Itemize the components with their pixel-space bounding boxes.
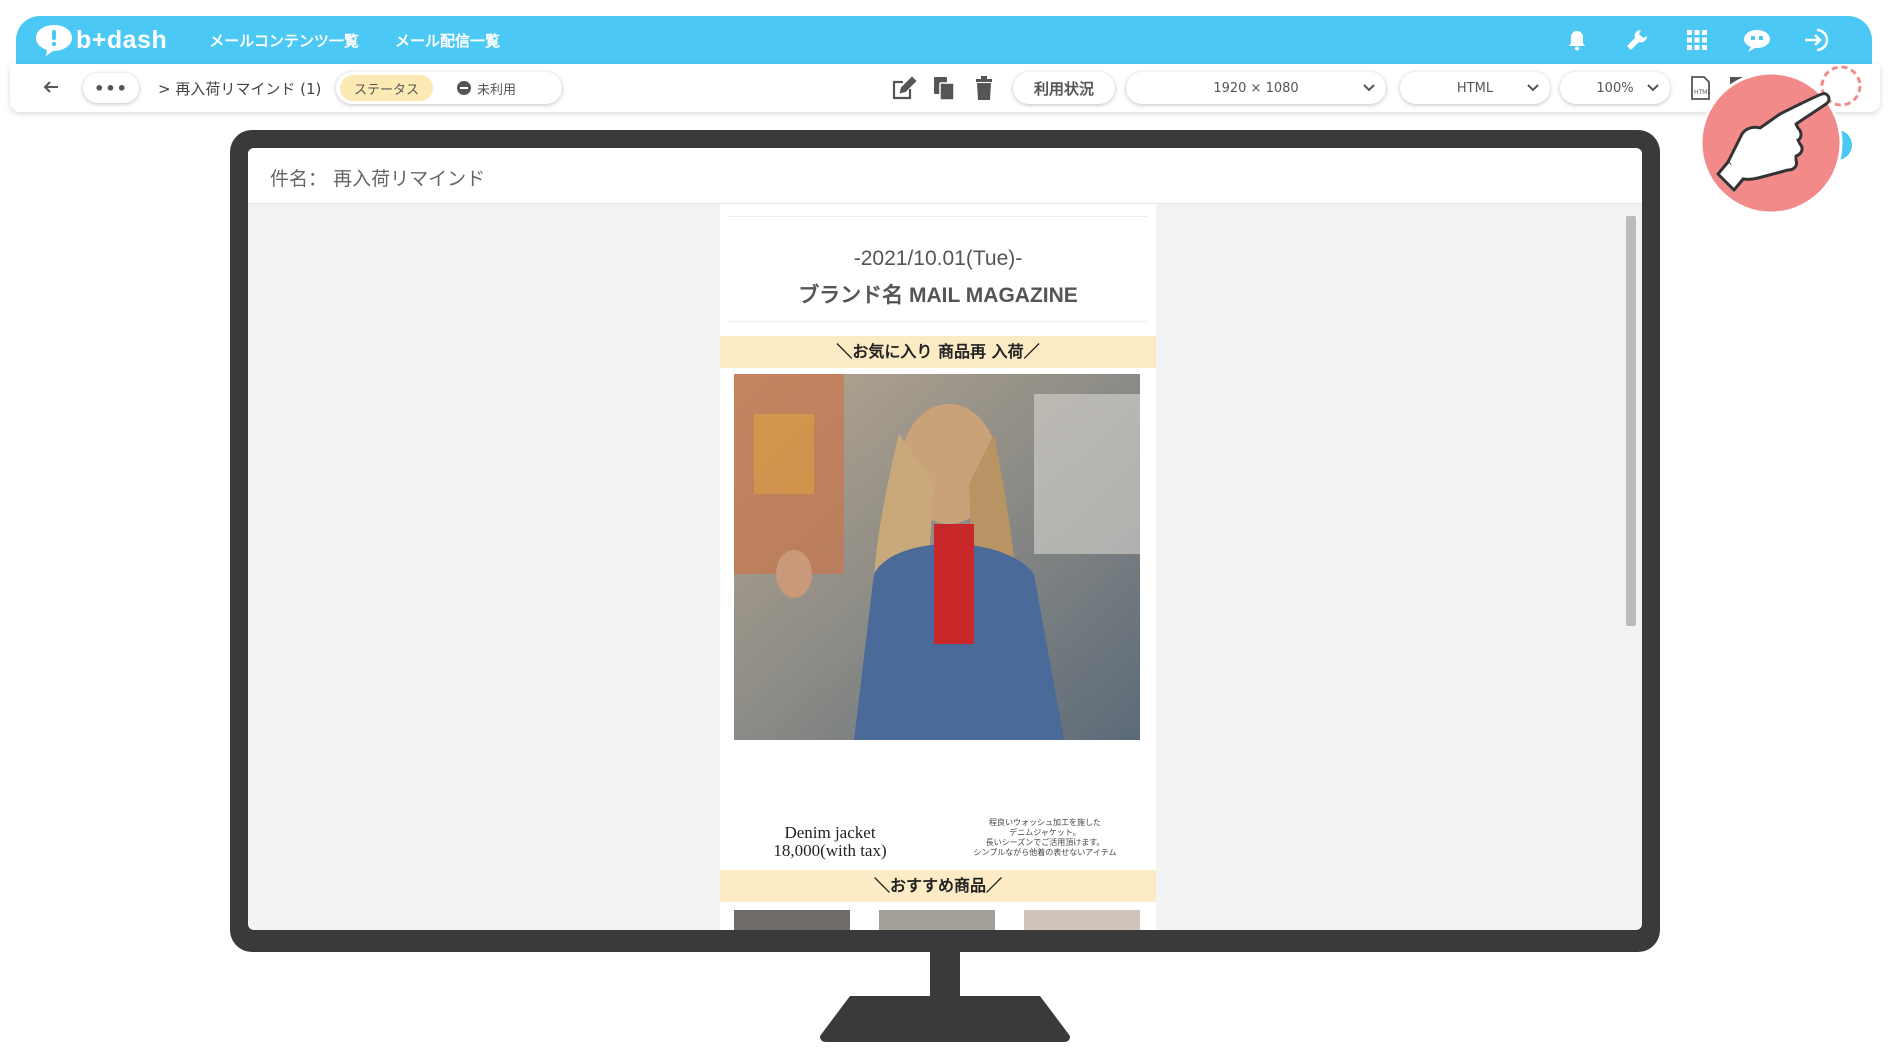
grid-icon[interactable]	[1682, 25, 1712, 55]
chevron-down-icon	[1647, 84, 1659, 92]
edit-icon[interactable]	[890, 74, 918, 102]
nav-mail-delivery[interactable]: メール配信一覧	[395, 30, 500, 51]
pointing-hand-icon	[1699, 71, 1843, 215]
format-value: HTML	[1456, 80, 1494, 96]
section-heading-recommended: ＼おすすめ商品／	[720, 870, 1156, 902]
thumbnail[interactable]	[879, 910, 995, 930]
mail-brand: ブランド名 MAIL MAGAZINE	[798, 284, 1078, 307]
product-description: 程良いウォッシュ加工を施した デニムジャケット。 長いシーズンでご活用頂けます。…	[973, 818, 1117, 857]
scrollbar-thumb[interactable]	[1626, 216, 1636, 626]
product-photo	[734, 374, 1140, 740]
logout-icon[interactable]	[1802, 25, 1832, 55]
zoom-select[interactable]: 100%	[1560, 72, 1670, 104]
trash-icon[interactable]	[970, 74, 998, 102]
status-value: 未利用	[457, 79, 516, 98]
usage-status-button[interactable]: 利用状況	[1013, 72, 1115, 104]
more-options-button[interactable]: •••	[83, 73, 139, 103]
mail-date: -2021/10.01(Tue)-	[853, 247, 1023, 270]
monitor-neck	[930, 952, 960, 998]
thumbnail[interactable]	[1024, 910, 1140, 930]
minus-circle-icon	[457, 81, 472, 95]
robot-icon[interactable]	[1742, 25, 1772, 55]
resolution-select[interactable]: 1920 × 1080	[1126, 72, 1386, 104]
thumbnail[interactable]	[734, 910, 850, 930]
back-arrow-icon[interactable]	[40, 76, 62, 98]
logo[interactable]: b+dash	[34, 23, 167, 57]
mail-header: -2021/10.01(Tue)- ブランド名 MAIL MAGAZINE	[728, 216, 1148, 322]
zoom-value: 100%	[1596, 80, 1634, 96]
section-heading-restock: ＼お気に入り 商品再 入荷／	[720, 336, 1156, 368]
editor-toolbar: ••• > 再入荷リマインド (1) ステータス 未利用 利用状況 1920 ×…	[10, 64, 1880, 112]
logo-text: b+dash	[76, 25, 168, 54]
recommended-thumbnails	[734, 910, 1140, 930]
wrench-icon[interactable]	[1622, 25, 1652, 55]
nav-mail-contents[interactable]: メールコンテンツ一覧	[209, 30, 359, 51]
mail-subject: 件名： 再入荷リマインド	[270, 168, 486, 190]
monitor-frame: 件名： 再入荷リマインド -2021/10.01(Tue)- ブランド名 MAI…	[230, 130, 1660, 952]
status-label: ステータス	[340, 75, 434, 101]
status-value-text: 未利用	[477, 82, 517, 98]
mail-preview: -2021/10.01(Tue)- ブランド名 MAIL MAGAZINE ＼お…	[720, 204, 1156, 930]
subject-bar: 件名： 再入荷リマインド	[248, 148, 1642, 204]
breadcrumb: > 再入荷リマインド (1)	[158, 80, 322, 98]
product-name-price: Denim jacket 18,000(with tax)	[773, 823, 887, 860]
preview-screen: 件名： 再入荷リマインド -2021/10.01(Tue)- ブランド名 MAI…	[248, 148, 1642, 930]
top-nav-bar: b+dash メールコンテンツ一覧 メール配信一覧	[16, 16, 1872, 64]
resolution-value: 1920 × 1080	[1213, 80, 1299, 96]
format-select[interactable]: HTML	[1400, 72, 1550, 104]
speech-bubble-logo-icon	[36, 25, 72, 56]
status-toggle[interactable]: ステータス 未利用	[336, 72, 562, 104]
chevron-down-icon	[1527, 84, 1539, 92]
monitor-base	[820, 996, 1070, 1042]
copy-icon[interactable]	[930, 74, 958, 102]
bell-icon[interactable]	[1562, 25, 1592, 55]
chevron-down-icon	[1363, 84, 1375, 92]
